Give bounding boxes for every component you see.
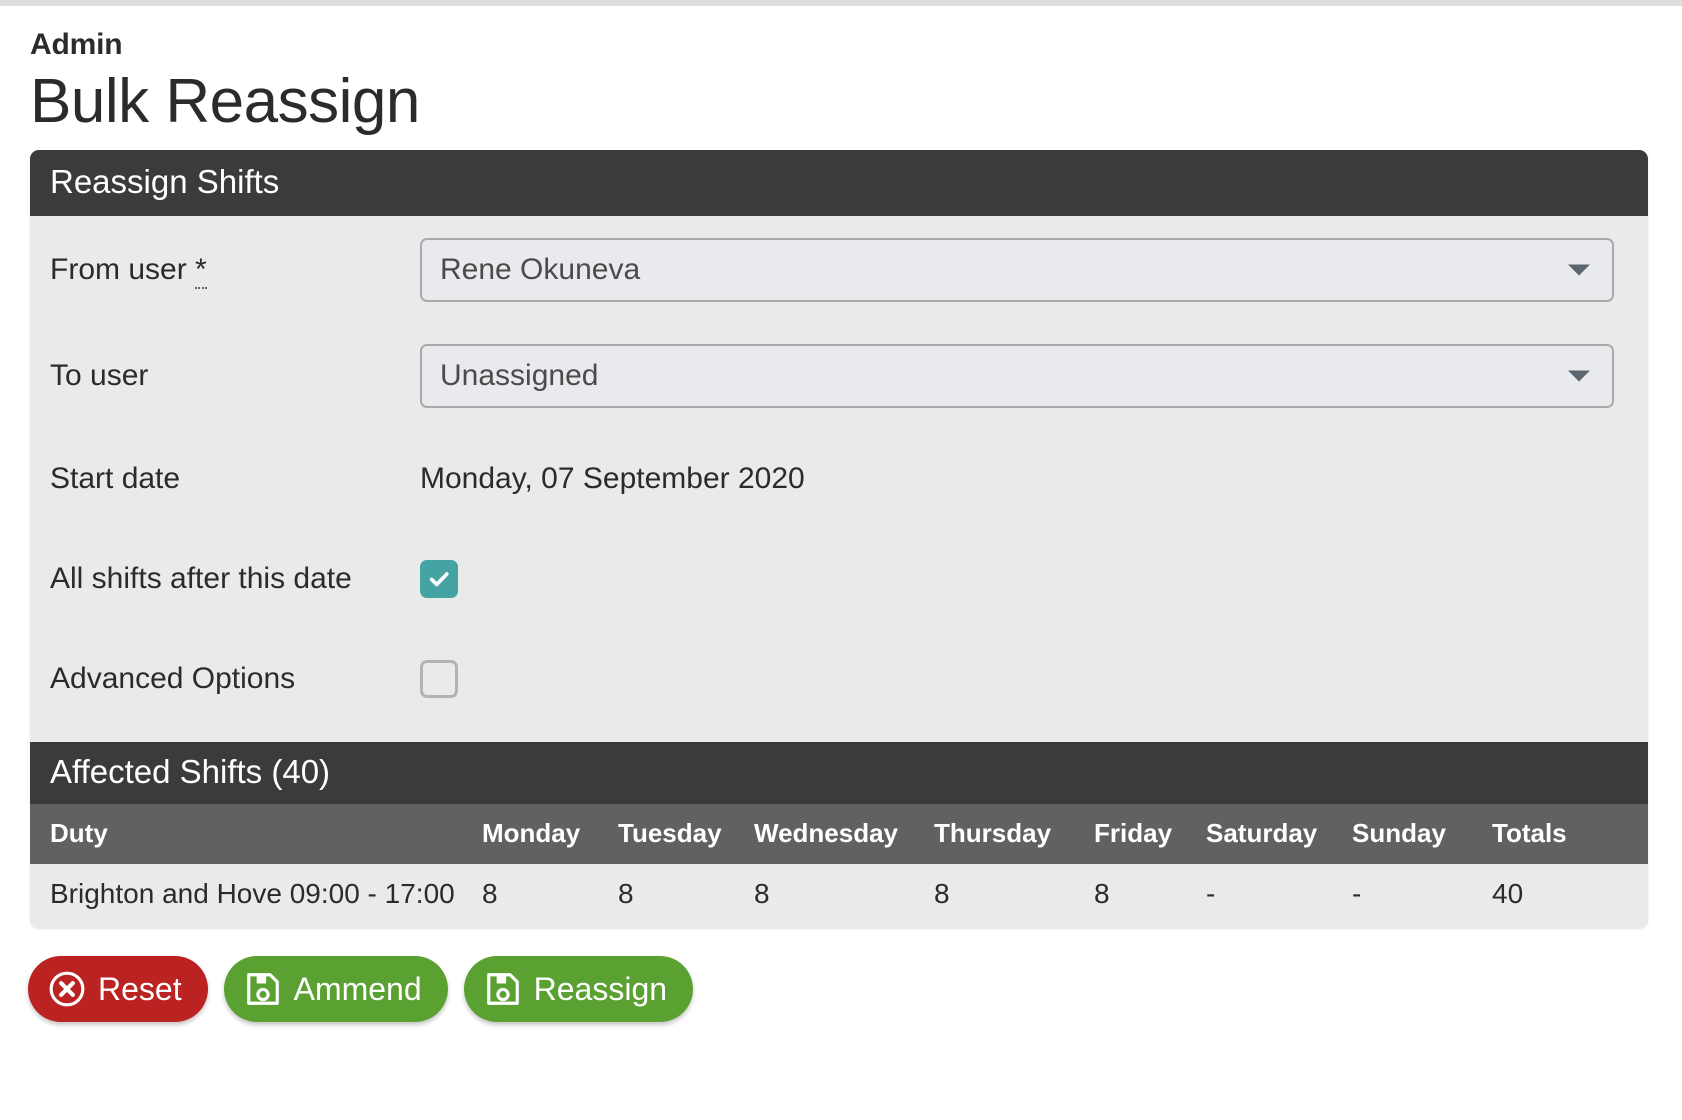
from-user-label: From user * (50, 253, 420, 290)
all-shifts-after-label: All shifts after this date (50, 562, 352, 596)
chevron-down-icon (1568, 264, 1590, 276)
col-header-thursday: Thursday (934, 803, 1094, 864)
affected-shifts-table: Duty Monday Tuesday Wednesday Thursday F… (30, 803, 1648, 928)
breadcrumb-admin: Admin (30, 28, 123, 61)
col-header-sunday: Sunday (1352, 803, 1492, 864)
all-shifts-after-checkbox[interactable] (420, 559, 458, 598)
field-row-start-date: Start date Monday, 07 September 2020 (30, 450, 1648, 508)
ammend-button-label: Ammend (293, 970, 422, 1007)
start-date-value[interactable]: Monday, 07 September 2020 (420, 462, 805, 495)
start-date-label: Start date (50, 462, 181, 496)
affected-shifts-header: Affected Shifts (40) (30, 741, 1648, 804)
times-circle-icon (49, 971, 85, 1006)
all-shifts-after-control (420, 559, 1648, 598)
from-user-select[interactable]: Rene Okuneva (420, 237, 1614, 302)
cell-duty: Brighton and Hove 09:00 - 17:00 (30, 863, 482, 928)
advanced-options-label: Advanced Options (50, 662, 296, 696)
field-row-from-user: From user * Rene Okuneva (30, 237, 1648, 302)
reset-button-label: Reset (98, 970, 182, 1007)
reassign-form: From user * Rene Okuneva To user Unassig… (30, 215, 1648, 742)
card-header-title: Reassign Shifts (30, 150, 1648, 216)
page-heading: Admin Bulk Reassign (0, 6, 1682, 137)
cell-wednesday: 8 (754, 863, 934, 928)
from-user-control: Rene Okuneva (420, 237, 1648, 302)
cell-thursday: 8 (934, 863, 1094, 928)
table-body: Brighton and Hove 09:00 - 17:00 8 8 8 8 … (30, 863, 1648, 928)
chevron-down-icon (1568, 370, 1590, 382)
to-user-control: Unassigned (420, 343, 1648, 408)
cell-friday: 8 (1094, 863, 1206, 928)
required-marker: * (195, 253, 207, 290)
page-title: Bulk Reassign (30, 67, 420, 136)
check-icon (429, 572, 449, 587)
advanced-options-checkbox[interactable] (420, 659, 458, 698)
from-user-selected-value: Rene Okuneva (440, 252, 641, 286)
table-row: Brighton and Hove 09:00 - 17:00 8 8 8 8 … (30, 863, 1648, 928)
table-head: Duty Monday Tuesday Wednesday Thursday F… (30, 803, 1648, 864)
col-header-monday: Monday (482, 803, 618, 864)
page-root: Admin Bulk Reassign Reassign Shifts From… (0, 6, 1682, 1022)
col-header-tuesday: Tuesday (618, 803, 754, 864)
to-user-label: To user (50, 359, 149, 393)
col-header-wednesday: Wednesday (754, 803, 934, 864)
save-floppy-icon (486, 972, 519, 1005)
to-user-selected-value: Unassigned (440, 358, 599, 392)
from-user-label-text: From user (50, 253, 187, 287)
to-user-select[interactable]: Unassigned (420, 343, 1614, 408)
cell-tuesday: 8 (618, 863, 754, 928)
cell-saturday: - (1206, 863, 1352, 928)
cell-totals: 40 (1492, 863, 1648, 928)
col-header-duty: Duty (30, 803, 482, 864)
field-row-all-shifts-after: All shifts after this date (30, 550, 1648, 608)
reset-button[interactable]: Reset (28, 955, 208, 1022)
field-row-advanced-options: Advanced Options (30, 650, 1648, 708)
reassign-button-label: Reassign (533, 970, 668, 1007)
cell-sunday: - (1352, 863, 1492, 928)
col-header-saturday: Saturday (1206, 803, 1352, 864)
save-floppy-icon (246, 972, 279, 1005)
reassign-button[interactable]: Reassign (463, 955, 694, 1022)
col-header-totals: Totals (1492, 803, 1648, 864)
col-header-friday: Friday (1094, 803, 1206, 864)
ammend-button[interactable]: Ammend (223, 955, 448, 1022)
form-actions: Reset Ammend Reassign (0, 928, 1682, 1022)
cell-monday: 8 (482, 863, 618, 928)
table-header-row: Duty Monday Tuesday Wednesday Thursday F… (30, 803, 1648, 864)
reassign-shifts-card: Reassign Shifts From user * Rene Okuneva… (30, 150, 1648, 928)
field-row-to-user: To user Unassigned (30, 343, 1648, 408)
start-date-control: Monday, 07 September 2020 (420, 462, 1648, 496)
advanced-options-control (420, 659, 1648, 698)
